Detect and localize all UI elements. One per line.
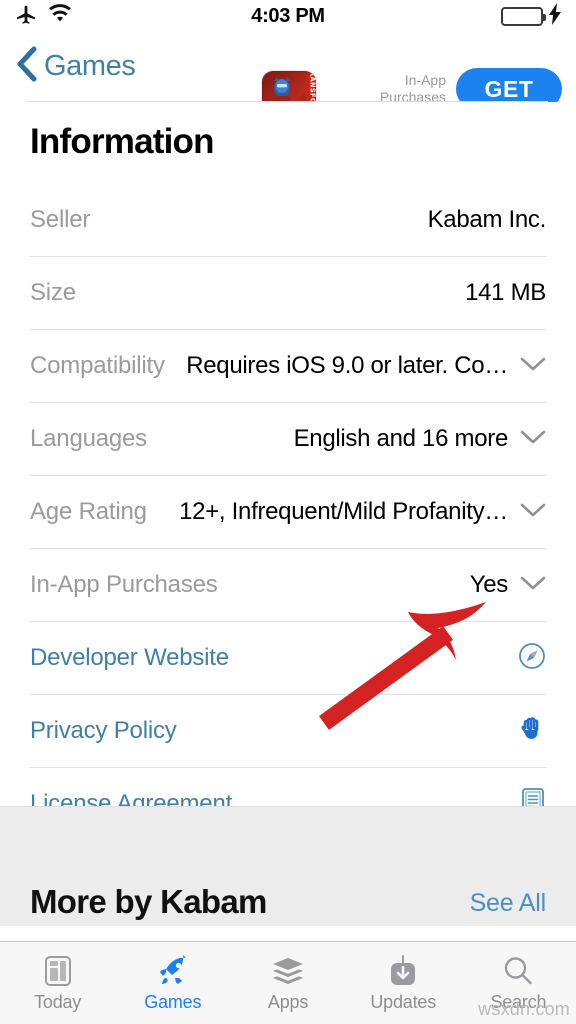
iap-note-line-1: In-App xyxy=(404,72,446,88)
status-bar-clock: 4:03 PM xyxy=(251,4,325,27)
today-card-icon xyxy=(44,954,72,988)
back-button-label: Games xyxy=(44,49,136,82)
navigation-bar: Games TRANSFORMERS In-App Purchases GET xyxy=(0,32,576,126)
info-row-right: Kabam Inc. xyxy=(428,206,546,234)
info-value: 12+, Infrequent/Mild Profanity… xyxy=(179,498,508,525)
chevron-down-icon[interactable] xyxy=(520,356,546,377)
chevron-down-icon[interactable] xyxy=(520,502,546,523)
lightning-bolt-icon xyxy=(548,2,562,30)
tab-label: Today xyxy=(34,991,82,1012)
section-title: More by Kabam xyxy=(30,883,267,920)
tab-updates[interactable]: Updates xyxy=(346,942,461,1024)
info-row-age-rating[interactable]: Age Rating 12+, Infrequent/Mild Profanit… xyxy=(30,476,546,549)
info-row-seller: Seller Kabam Inc. xyxy=(30,184,546,257)
info-value: Yes xyxy=(469,571,508,598)
airplane-icon xyxy=(14,2,38,31)
info-label: In-App Purchases xyxy=(30,571,218,598)
info-label: Seller xyxy=(30,206,91,233)
link-row-developer-website[interactable]: Developer Website xyxy=(30,622,546,695)
tab-label: Games xyxy=(144,991,202,1012)
info-value: 141 MB xyxy=(465,279,546,306)
information-list: Seller Kabam Inc. Size 141 MB Compatibil… xyxy=(0,184,576,841)
watermark: wsxdn.com xyxy=(478,999,570,1019)
rocket-icon xyxy=(157,954,189,988)
chevron-down-icon[interactable] xyxy=(520,429,546,450)
info-value: Kabam Inc. xyxy=(427,206,546,233)
info-row-right: English and 16 more xyxy=(294,425,546,453)
tab-apps[interactable]: Apps xyxy=(230,942,345,1024)
info-row-size: Size 141 MB xyxy=(30,257,546,330)
download-arrow-icon xyxy=(388,954,418,988)
info-row-compatibility[interactable]: Compatibility Requires iOS 9.0 or later.… xyxy=(30,330,546,403)
link-label: Privacy Policy xyxy=(30,717,177,744)
page-title: Information xyxy=(30,122,214,161)
info-label: Age Rating xyxy=(30,498,147,525)
info-label: Languages xyxy=(30,425,147,452)
battery-icon xyxy=(501,6,546,26)
stacked-layers-icon xyxy=(271,954,305,988)
tab-label: Apps xyxy=(267,991,309,1012)
info-row-right: Requires iOS 9.0 or later. Co… xyxy=(186,352,546,380)
info-row-in-app-purchases[interactable]: In-App Purchases Yes xyxy=(30,549,546,622)
info-row-right: 12+, Infrequent/Mild Profanity… xyxy=(179,498,546,526)
more-by-developer-section: More by Kabam See All xyxy=(0,806,576,926)
info-value: Requires iOS 9.0 or later. Co… xyxy=(186,352,508,379)
back-button[interactable]: Games xyxy=(16,46,136,87)
tab-label: Updates xyxy=(370,991,437,1012)
link-row-privacy-policy[interactable]: Privacy Policy xyxy=(30,695,546,768)
info-label: Compatibility xyxy=(30,352,165,379)
info-row-right: Yes xyxy=(470,571,546,599)
info-row-languages[interactable]: Languages English and 16 more xyxy=(30,403,546,476)
safari-compass-icon[interactable] xyxy=(518,642,546,675)
see-all-link[interactable]: See All xyxy=(470,889,547,921)
link-label: Developer Website xyxy=(30,644,229,671)
status-bar-left xyxy=(14,2,174,31)
info-row-right: 141 MB xyxy=(465,279,546,307)
tab-games[interactable]: Games xyxy=(115,942,230,1024)
info-label: Size xyxy=(30,279,76,306)
chevron-left-icon xyxy=(16,46,38,87)
status-bar-right xyxy=(402,2,562,30)
magnifier-icon xyxy=(502,954,534,988)
chevron-down-icon[interactable] xyxy=(520,575,546,596)
status-bar: 4:03 PM xyxy=(0,0,576,32)
raised-hand-icon[interactable] xyxy=(520,715,546,748)
info-value: English and 16 more xyxy=(293,425,508,452)
tab-today[interactable]: Today xyxy=(0,942,115,1024)
wifi-icon xyxy=(48,3,72,29)
